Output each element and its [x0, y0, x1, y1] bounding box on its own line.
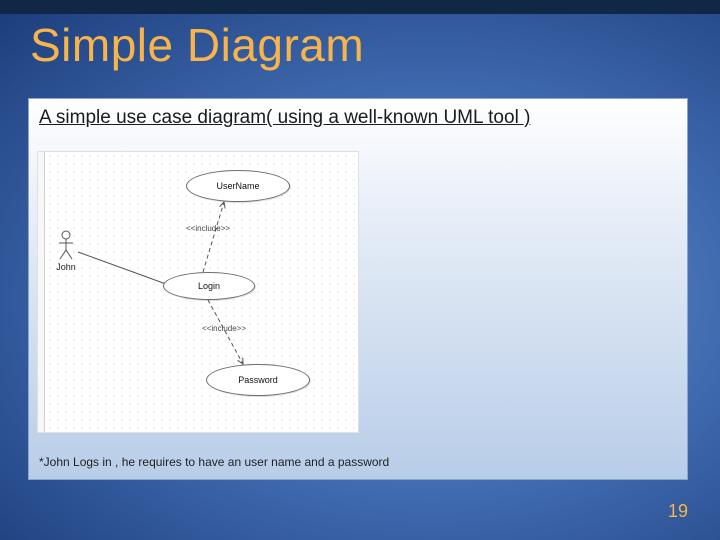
stereotype-include-1: <<include>>	[186, 224, 230, 233]
actor-icon	[57, 230, 75, 260]
usecase-login: Login	[163, 272, 255, 300]
top-bar	[0, 0, 720, 14]
slide: Simple Diagram A simple use case diagram…	[0, 0, 720, 540]
usecase-login-label: Login	[198, 281, 220, 291]
stereotype-include-2: <<include>>	[202, 324, 246, 333]
page-title: Simple Diagram	[30, 18, 364, 72]
usecase-username-label: UserName	[216, 181, 259, 191]
page-number: 19	[668, 501, 688, 522]
caption: *John Logs in , he requires to have an u…	[39, 455, 389, 469]
content-box: A simple use case diagram( using a well-…	[28, 98, 688, 480]
actor-label: John	[52, 262, 80, 272]
subtitle: A simple use case diagram( using a well-…	[39, 107, 530, 129]
diagram-canvas: John UserName Login Password <<include>>…	[37, 151, 359, 433]
usecase-password: Password	[206, 364, 310, 396]
canvas-ruler	[38, 152, 45, 432]
usecase-username: UserName	[186, 170, 290, 202]
usecase-password-label: Password	[238, 375, 278, 385]
actor-john: John	[52, 230, 80, 272]
